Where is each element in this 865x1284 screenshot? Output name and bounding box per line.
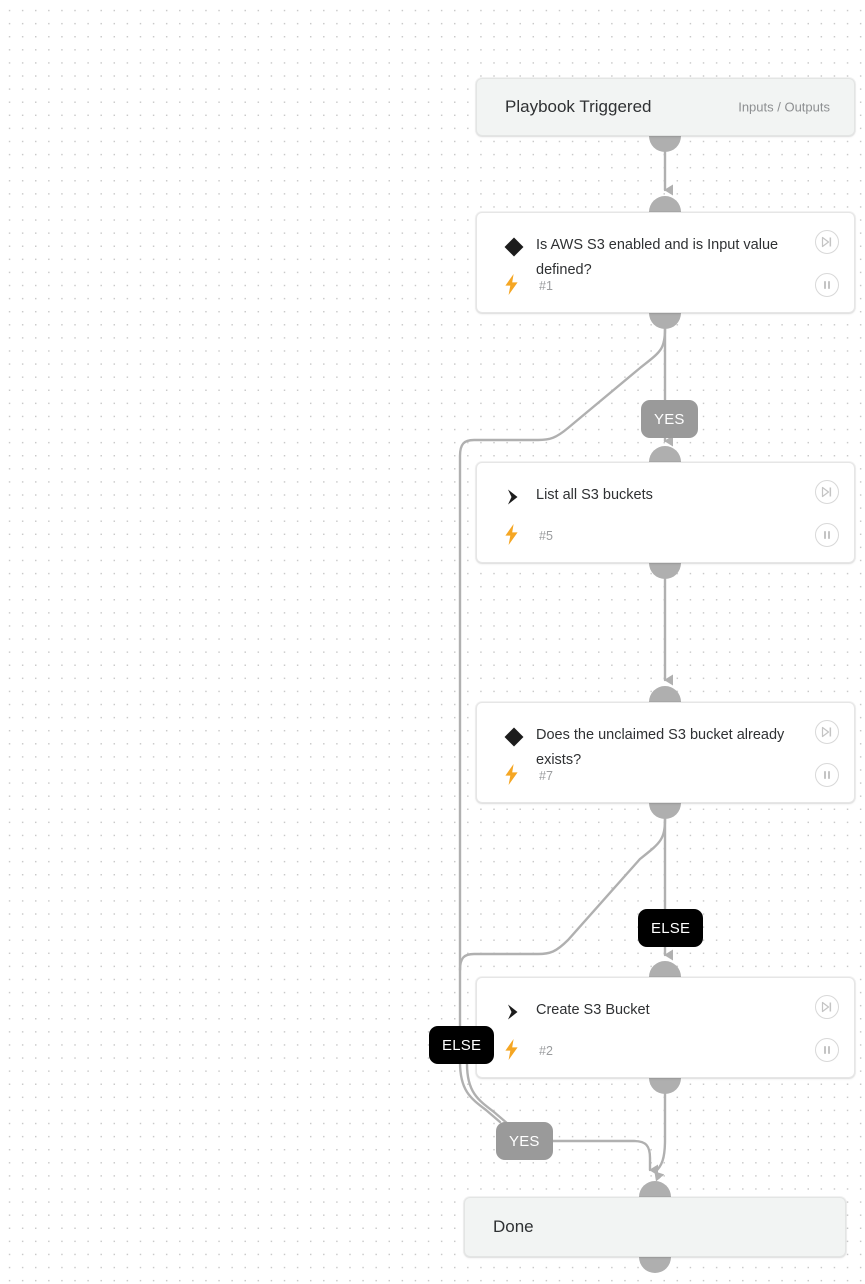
node-action-create-bucket[interactable]: Create S3 Bucket #2 [476, 977, 855, 1078]
decision-aws-s3-enabled-title: Is AWS S3 enabled and is Input value def… [536, 237, 779, 278]
skip-forward-icon[interactable] [815, 480, 839, 504]
port-in-decision2[interactable] [649, 686, 681, 702]
node-decision-aws-s3-enabled[interactable]: Is AWS S3 enabled and is Input value def… [476, 212, 855, 313]
port-out-playbook[interactable] [649, 136, 681, 152]
edge-create-to-done [653, 1092, 667, 1182]
lightning-bolt-icon [501, 762, 521, 786]
port-out-decision1[interactable] [649, 313, 681, 329]
action-list-buckets-title: List all S3 buckets [536, 487, 653, 503]
node-done[interactable]: Done [464, 1197, 846, 1257]
pause-icon[interactable] [815, 1038, 839, 1062]
node-playbook-triggered[interactable]: Playbook Triggered Inputs / Outputs [476, 78, 855, 136]
port-in-done[interactable] [639, 1181, 671, 1197]
action-create-bucket-title: Create S3 Bucket [536, 1002, 650, 1018]
inputs-outputs-link[interactable]: Inputs / Outputs [738, 100, 830, 115]
chevron-right-icon [500, 998, 528, 1026]
decision-aws-s3-enabled-number: #1 [539, 279, 553, 293]
port-out-list[interactable] [649, 563, 681, 579]
action-create-bucket-number: #2 [539, 1044, 553, 1058]
badge-else-decision1[interactable]: ELSE [429, 1026, 495, 1064]
diamond-icon [500, 723, 528, 751]
node-decision-bucket-exists[interactable]: Does the unclaimed S3 bucket already exi… [476, 702, 855, 803]
action-list-buckets-number: #5 [539, 529, 553, 543]
lightning-bolt-icon [501, 1037, 521, 1061]
pause-icon[interactable] [815, 763, 839, 787]
skip-forward-icon[interactable] [815, 995, 839, 1019]
port-in-list[interactable] [649, 446, 681, 462]
skip-forward-icon[interactable] [815, 720, 839, 744]
port-in-decision1[interactable] [649, 196, 681, 212]
lightning-bolt-icon [501, 272, 521, 296]
decision-bucket-exists-title: Does the unclaimed S3 bucket already exi… [536, 727, 785, 768]
pause-icon[interactable] [815, 523, 839, 547]
chevron-right-icon [500, 483, 528, 511]
playbook-triggered-title: Playbook Triggered [505, 97, 652, 116]
edge-layer [458, 150, 673, 1182]
playbook-canvas[interactable]: Playbook Triggered Inputs / Outputs Is A… [0, 0, 865, 1284]
port-in-create[interactable] [649, 961, 681, 977]
badge-yes-decision2[interactable]: YES [496, 1122, 553, 1160]
edge-yes-to-done [543, 1139, 658, 1176]
edge-decision1-else [458, 327, 667, 1032]
badge-else-decision2[interactable]: ELSE [638, 909, 704, 947]
port-out-done[interactable] [639, 1257, 671, 1273]
node-action-list-buckets[interactable]: List all S3 buckets #5 [476, 462, 855, 563]
port-out-decision2[interactable] [649, 803, 681, 819]
lightning-bolt-icon [501, 522, 521, 546]
skip-forward-icon[interactable] [815, 230, 839, 254]
done-title: Done [493, 1217, 534, 1236]
edge-decision2-yes [458, 817, 667, 972]
decision-bucket-exists-number: #7 [539, 769, 553, 783]
port-out-create[interactable] [649, 1078, 681, 1094]
badge-yes-decision1[interactable]: YES [641, 400, 698, 438]
pause-icon[interactable] [815, 273, 839, 297]
diamond-icon [500, 233, 528, 261]
